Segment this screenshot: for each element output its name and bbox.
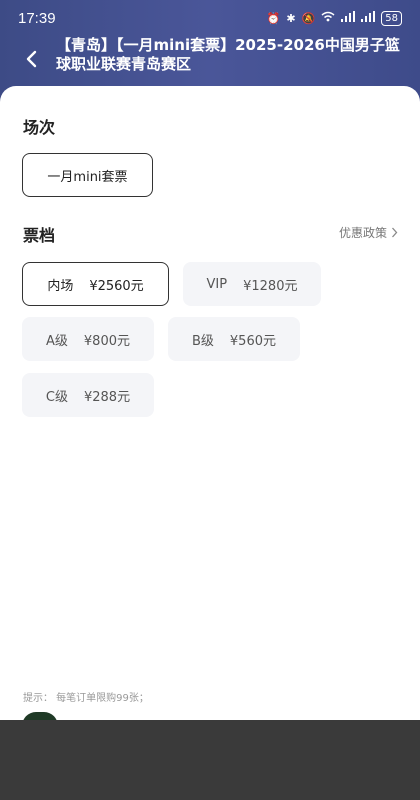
mute-icon: 🔕 xyxy=(301,11,316,25)
tier-price: ¥1280元 xyxy=(243,278,298,294)
bluetooth-icon: ✱ xyxy=(286,11,296,25)
ticket-selection-sheet: 场次 一月mini套票 票档 优惠政策 内场 ¥2560元 VIP ¥1280元… xyxy=(0,86,420,720)
tier-name: C级 xyxy=(45,389,68,405)
status-bar: 17:39 ⏰ ✱ 🔕 58 xyxy=(0,0,420,36)
tier-option-inner-court[interactable]: 内场 ¥2560元 xyxy=(22,262,169,306)
tier-price: ¥2560元 xyxy=(89,278,144,294)
status-time: 17:39 xyxy=(18,9,56,27)
discount-policy-link[interactable]: 优惠政策 xyxy=(339,224,398,241)
session-section-label: 场次 xyxy=(23,118,56,137)
tier-option-c[interactable]: C级 ¥288元 xyxy=(22,373,154,417)
bottom-bar xyxy=(0,720,420,800)
tier-price: ¥560元 xyxy=(229,333,276,349)
chevron-right-icon xyxy=(392,227,398,238)
purchase-limit-tip: 提示： 每笔订单限购99张； xyxy=(23,693,149,704)
session-option-mini-pack[interactable]: 一月mini套票 xyxy=(22,153,153,197)
tier-name: 内场 xyxy=(47,278,74,294)
tier-option-b[interactable]: B级 ¥560元 xyxy=(168,317,300,361)
discount-policy-label: 优惠政策 xyxy=(338,226,387,240)
back-button[interactable] xyxy=(16,44,46,74)
wifi-icon xyxy=(321,11,335,25)
tier-section-label: 票档 xyxy=(23,226,56,245)
signal-icon xyxy=(361,11,376,25)
tier-price: ¥800元 xyxy=(83,333,130,349)
battery-indicator: 58 xyxy=(381,10,402,26)
tier-option-vip[interactable]: VIP ¥1280元 xyxy=(183,262,321,306)
status-icons: ⏰ ✱ 🔕 58 xyxy=(266,10,402,26)
tier-name: A级 xyxy=(46,333,68,349)
nav-bar: 【青岛】【一月mini套票】2025-2026中国男子篮球职业联赛青岛赛区 xyxy=(0,36,420,88)
signal-icon xyxy=(341,11,356,25)
chevron-left-icon xyxy=(26,50,37,68)
tier-name: B级 xyxy=(191,333,214,349)
alarm-icon: ⏰ xyxy=(266,11,281,25)
tier-price: ¥288元 xyxy=(83,389,131,405)
session-option-label: 一月mini套票 xyxy=(47,169,128,185)
page-title: 【青岛】【一月mini套票】2025-2026中国男子篮球职业联赛青岛赛区 xyxy=(56,36,400,73)
tier-name: VIP xyxy=(206,276,228,292)
tier-option-a[interactable]: A级 ¥800元 xyxy=(22,317,154,361)
